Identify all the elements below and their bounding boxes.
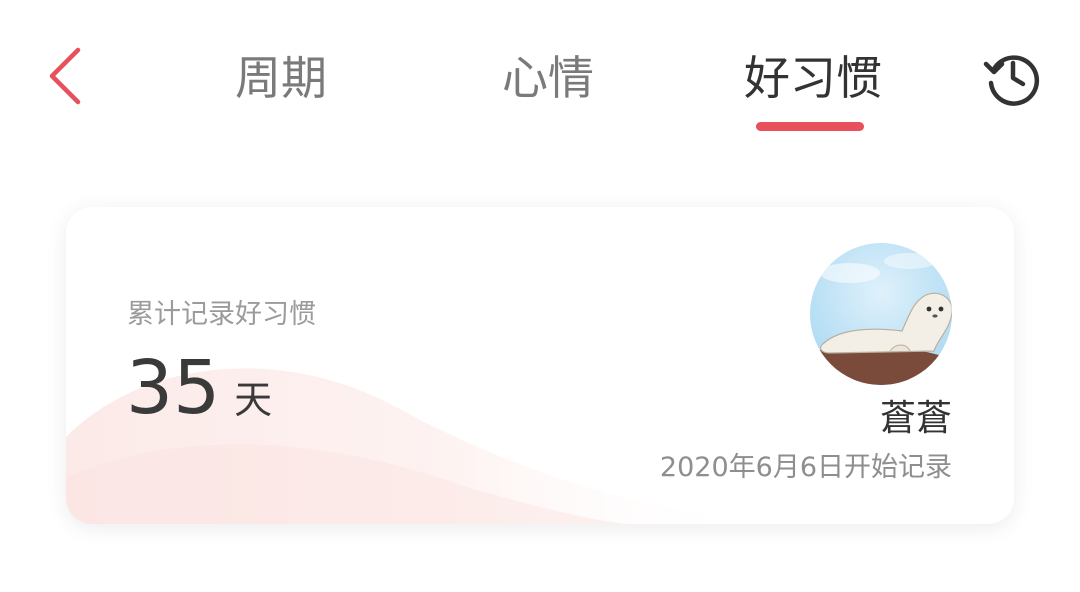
tab-good-habits[interactable]: 好习惯 [744, 48, 882, 108]
back-button[interactable] [36, 44, 96, 108]
record-start-date: 2020年6月6日开始记录 [659, 452, 952, 483]
seal-avatar-image [810, 243, 952, 385]
day-unit: 天 [234, 378, 273, 422]
history-button[interactable] [982, 47, 1044, 107]
habit-screen: 周期 心情 好习惯 累计记录好习惯 35 天 蒼蒼 2020年6月6日开始记录 [0, 0, 1080, 592]
tab-mood[interactable]: 心情 [502, 48, 594, 108]
habit-summary-card: 累计记录好习惯 35 天 蒼蒼 2020年6月6日开始记录 [66, 207, 1014, 524]
username: 蒼蒼 [879, 398, 952, 439]
chevron-left-icon [36, 44, 96, 108]
cumulative-label: 累计记录好习惯 [127, 299, 316, 330]
history-clock-icon [982, 47, 1044, 107]
top-navigation-bar: 周期 心情 好习惯 [0, 0, 1080, 150]
cumulative-count-row: 35 天 [126, 345, 272, 431]
day-count: 35 [126, 345, 221, 431]
tab-period[interactable]: 周期 [235, 48, 327, 108]
avatar[interactable] [810, 243, 952, 385]
active-tab-indicator [756, 122, 864, 131]
